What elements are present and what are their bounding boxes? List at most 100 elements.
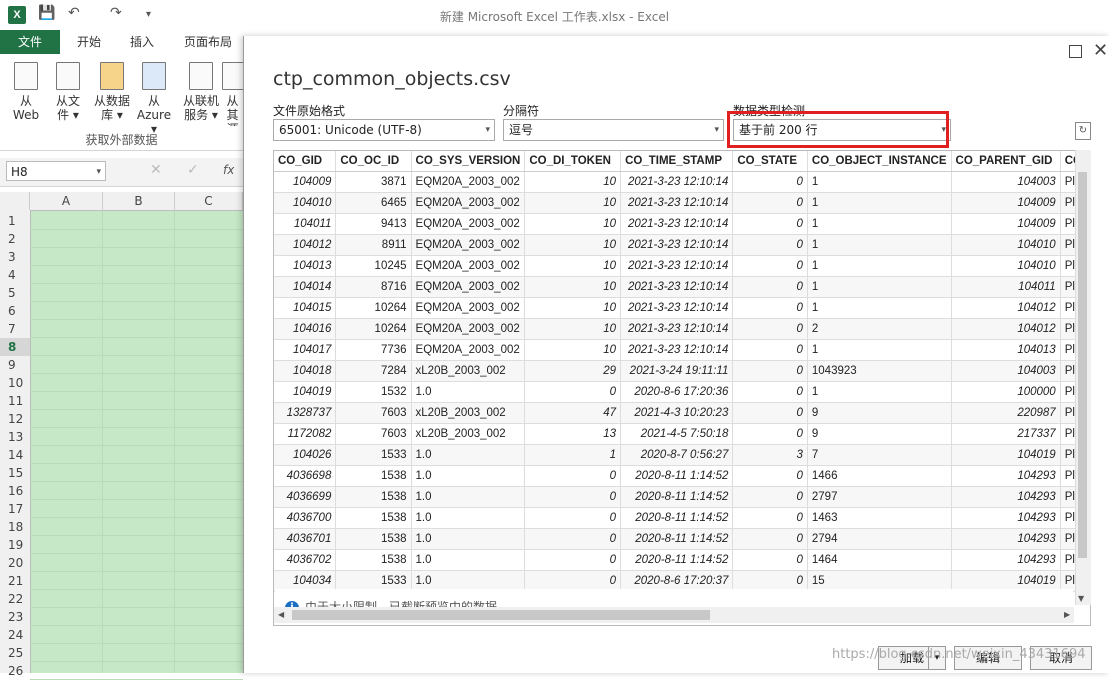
table-cell: 104293 bbox=[951, 549, 1061, 571]
column-header[interactable]: CO_DI_TOKEN bbox=[524, 151, 622, 172]
table-cell: 2020-8-11 1:14:52 bbox=[620, 465, 734, 487]
chevron-down-icon: ▾ bbox=[485, 125, 490, 135]
table-row: 4036701 1538 1.0 0 2020-8-11 1:14:52 0 2794 104… bbox=[274, 528, 1090, 550]
table-cell: 1.0 bbox=[411, 486, 526, 508]
column-header[interactable]: CO_TIME_STAMP bbox=[620, 151, 734, 172]
column-header[interactable]: CO_SYS_VERSION bbox=[411, 151, 526, 172]
row-header[interactable]: 16 bbox=[0, 482, 30, 500]
row-header[interactable]: 11 bbox=[0, 392, 30, 410]
chevron-down-icon[interactable]: ▾ bbox=[96, 162, 101, 182]
from-online-services-button[interactable]: 从联机 服务 ▾ bbox=[180, 62, 222, 126]
row-header[interactable]: 23 bbox=[0, 608, 30, 626]
row-header[interactable]: 10 bbox=[0, 374, 30, 392]
table-cell: 2021-3-23 12:10:14 bbox=[620, 255, 734, 277]
row-header[interactable]: 24 bbox=[0, 626, 30, 644]
row-header[interactable]: 5 bbox=[0, 284, 30, 302]
row-header[interactable]: 21 bbox=[0, 572, 30, 590]
row-header[interactable]: 1 bbox=[0, 212, 30, 230]
row-header[interactable]: 6 bbox=[0, 302, 30, 320]
row-header[interactable]: 2 bbox=[0, 230, 30, 248]
scroll-right-icon[interactable]: ▶ bbox=[1064, 610, 1070, 619]
cancel-formula-icon[interactable]: ✕ bbox=[150, 162, 162, 178]
grid-line bbox=[30, 589, 243, 590]
from-azure-label: 从 Azure ▾ bbox=[136, 94, 172, 136]
table-row: 1172082 7603 xL20B_2003_002 13 2021-4-5 7:50… bbox=[274, 423, 1090, 445]
table-cell: 0 bbox=[524, 465, 622, 487]
grid-line bbox=[30, 229, 243, 230]
table-cell: 1.0 bbox=[411, 528, 526, 550]
column-header[interactable]: CO_STATE bbox=[732, 151, 808, 172]
table-cell: 1538 bbox=[335, 549, 412, 571]
vertical-scroll-thumb[interactable] bbox=[1078, 172, 1087, 558]
close-icon[interactable]: ✕ bbox=[1093, 40, 1108, 61]
table-cell: 29 bbox=[524, 360, 622, 382]
grid-line bbox=[30, 553, 243, 554]
row-header[interactable]: 15 bbox=[0, 464, 30, 482]
column-header-c[interactable]: C bbox=[175, 192, 243, 210]
row-header[interactable]: 20 bbox=[0, 554, 30, 572]
row-header[interactable]: 12 bbox=[0, 410, 30, 428]
refresh-icon[interactable]: ↻ bbox=[1075, 122, 1091, 140]
column-header[interactable]: CO_OBJECT_INSTANCE bbox=[807, 151, 952, 172]
row-header[interactable]: 14 bbox=[0, 446, 30, 464]
table-cell: 1538 bbox=[335, 465, 412, 487]
row-header[interactable]: 9 bbox=[0, 356, 30, 374]
table-cell: 104017 bbox=[274, 339, 337, 361]
select-all-corner[interactable] bbox=[0, 192, 30, 210]
table-cell: 0 bbox=[524, 507, 622, 529]
tab-page-layout[interactable]: 页面布局 bbox=[174, 30, 242, 54]
table-cell: 0 bbox=[732, 507, 808, 529]
from-web-button[interactable]: 从 Web bbox=[6, 62, 46, 126]
row-header[interactable]: 18 bbox=[0, 518, 30, 536]
table-cell: EQM20A_2003_002 bbox=[411, 339, 526, 361]
scroll-left-icon[interactable]: ◀ bbox=[278, 610, 284, 619]
tab-insert[interactable]: 插入 bbox=[120, 30, 164, 54]
confirm-formula-icon[interactable]: ✓ bbox=[187, 162, 199, 178]
table-cell: 10 bbox=[524, 192, 622, 214]
row-header[interactable]: 7 bbox=[0, 320, 30, 338]
delimiter-select[interactable]: 逗号 ▾ bbox=[503, 119, 724, 141]
from-database-button[interactable]: 从数据 库 ▾ bbox=[91, 62, 133, 126]
chevron-down-icon: ▾ bbox=[714, 125, 719, 135]
row-header[interactable]: 17 bbox=[0, 500, 30, 518]
table-cell: EQM20A_2003_002 bbox=[411, 171, 526, 193]
row-header[interactable]: 25 bbox=[0, 644, 30, 662]
name-box[interactable]: H8 ▾ bbox=[6, 161, 106, 181]
table-row: 104019 1532 1.0 0 2020-8-6 17:20:36 0 1 100000 P… bbox=[274, 381, 1090, 403]
row-header[interactable]: 4 bbox=[0, 266, 30, 284]
table-cell: 10264 bbox=[335, 318, 412, 340]
from-file-label: 从文 件 ▾ bbox=[55, 94, 80, 122]
column-header[interactable]: CO_GID bbox=[274, 151, 337, 172]
column-header[interactable]: CO_OC_ID bbox=[335, 151, 412, 172]
row-header[interactable]: 8 bbox=[0, 338, 30, 356]
column-header-a[interactable]: A bbox=[30, 192, 103, 210]
scroll-down-icon[interactable]: ▼ bbox=[1078, 594, 1084, 603]
from-other-sources-button[interactable]: 从其 源 bbox=[222, 62, 243, 126]
table-cell: 8911 bbox=[335, 234, 412, 256]
table-cell: 0 bbox=[524, 381, 622, 403]
tab-file[interactable]: 文件 bbox=[0, 30, 60, 54]
horizontal-scroll-thumb[interactable] bbox=[292, 610, 710, 620]
table-cell: 104293 bbox=[951, 465, 1061, 487]
table-cell: 1 bbox=[524, 444, 622, 466]
table-cell: 1466 bbox=[807, 465, 952, 487]
column-header-b[interactable]: B bbox=[103, 192, 175, 210]
table-cell: 2020-8-11 1:14:52 bbox=[620, 507, 734, 529]
tab-home[interactable]: 开始 bbox=[67, 30, 111, 54]
from-azure-button[interactable]: 从 Azure ▾ bbox=[133, 62, 175, 136]
from-file-button[interactable]: 从文 件 ▾ bbox=[48, 62, 88, 126]
fx-icon[interactable]: fx bbox=[223, 163, 234, 177]
row-header[interactable]: 3 bbox=[0, 248, 30, 266]
table-cell: EQM20A_2003_002 bbox=[411, 213, 526, 235]
file-origin-select[interactable]: 65001: Unicode (UTF-8) ▾ bbox=[273, 119, 495, 141]
from-online-services-label: 从联机 服务 ▾ bbox=[182, 94, 219, 122]
dialog-title: ctp_common_objects.csv bbox=[273, 68, 511, 90]
row-header[interactable]: 13 bbox=[0, 428, 30, 446]
row-header[interactable]: 22 bbox=[0, 590, 30, 608]
table-cell: 0 bbox=[732, 276, 808, 298]
table-cell: 2020-8-11 1:14:52 bbox=[620, 549, 734, 571]
row-header[interactable]: 26 bbox=[0, 662, 30, 680]
maximize-icon[interactable] bbox=[1069, 45, 1082, 58]
column-header[interactable]: CO_PARENT_GID bbox=[951, 151, 1061, 172]
row-header[interactable]: 19 bbox=[0, 536, 30, 554]
